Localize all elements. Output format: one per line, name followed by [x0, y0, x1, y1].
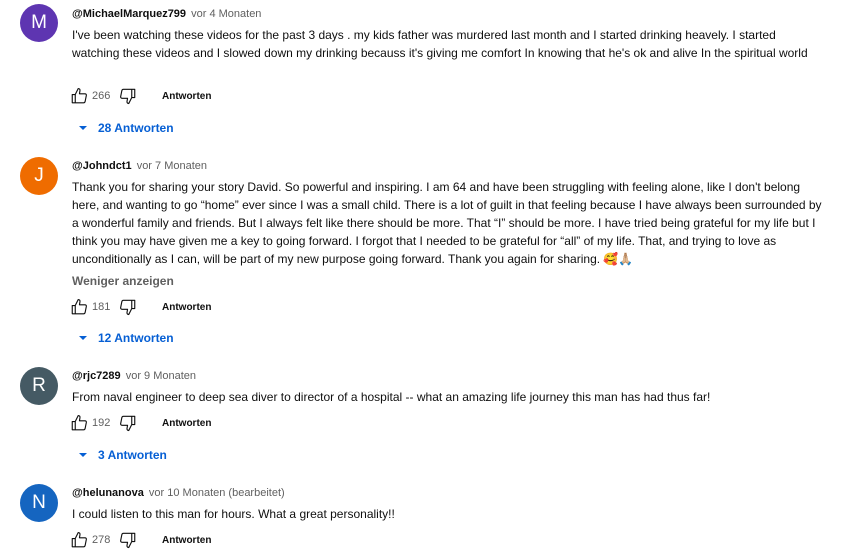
view-replies-button[interactable]: 28 Antworten [78, 120, 174, 136]
thumbs-down-icon [120, 299, 136, 316]
comment-text: From naval engineer to deep sea diver to… [72, 390, 711, 404]
chevron-down-icon [79, 126, 87, 130]
comment-header: @MichaelMarquez799 vor 4 Monaten [72, 7, 261, 22]
avatar[interactable]: M [20, 4, 58, 42]
view-replies-button[interactable]: 3 Antworten [78, 447, 167, 463]
view-replies-button[interactable]: 12 Antworten [78, 330, 174, 346]
reply-button[interactable]: Antworten [162, 418, 211, 429]
avatar[interactable]: N [20, 484, 58, 522]
dislike-button[interactable] [118, 413, 138, 433]
replies-count-label: 12 Antworten [98, 331, 174, 345]
comment-header: @rjc7289 vor 9 Monaten [72, 369, 196, 384]
like-button[interactable] [69, 86, 89, 106]
comment-timestamp[interactable]: vor 7 Monaten [137, 160, 207, 172]
thumbs-down-icon [120, 415, 136, 432]
dislike-button[interactable] [118, 530, 138, 550]
comment-timestamp[interactable]: vor 4 Monaten [191, 8, 261, 20]
like-button[interactable] [69, 297, 89, 317]
comment-header: @Johndct1 vor 7 Monaten [72, 159, 207, 174]
comment-actions: 192 Antworten [69, 413, 211, 433]
thumbs-down-icon [120, 88, 136, 105]
comment-author[interactable]: @Johndct1 [72, 160, 132, 172]
avatar[interactable]: R [20, 367, 58, 405]
avatar[interactable]: J [20, 157, 58, 195]
comment-header: @helunanova vor 10 Monaten (bearbeitet) [72, 486, 285, 501]
like-button[interactable] [69, 530, 89, 550]
like-button[interactable] [69, 413, 89, 433]
thumbs-up-icon [71, 298, 87, 315]
reply-button[interactable]: Antworten [162, 302, 211, 313]
like-count: 192 [92, 417, 111, 429]
replies-count-label: 28 Antworten [98, 121, 174, 135]
thumbs-up-icon [71, 531, 87, 548]
reply-button[interactable]: Antworten [162, 535, 211, 546]
comment-actions: 181 Antworten [69, 297, 211, 317]
dislike-button[interactable] [118, 297, 138, 317]
comment-text: I could listen to this man for hours. Wh… [72, 507, 395, 521]
chevron-down-icon [79, 453, 87, 457]
like-count: 278 [92, 534, 111, 546]
comment-author[interactable]: @rjc7289 [72, 370, 121, 382]
reply-button[interactable]: Antworten [162, 91, 211, 102]
comment-author[interactable]: @MichaelMarquez799 [72, 8, 186, 20]
dislike-button[interactable] [118, 86, 138, 106]
replies-count-label: 3 Antworten [98, 448, 167, 462]
comment-text: I've been watching these videos for the … [72, 28, 808, 60]
comment-actions: 266 Antworten [69, 86, 211, 106]
comment-timestamp[interactable]: vor 10 Monaten (bearbeitet) [149, 487, 285, 499]
chevron-down-icon [79, 336, 87, 340]
comment-text: Thank you for sharing your story David. … [72, 180, 822, 266]
thumbs-up-icon [71, 87, 87, 104]
comment-actions: 278 Antworten [69, 530, 211, 550]
thumbs-down-icon [120, 532, 136, 549]
show-less-button[interactable]: Weniger anzeigen [72, 274, 174, 288]
comment-timestamp[interactable]: vor 9 Monaten [126, 370, 196, 382]
like-count: 181 [92, 301, 111, 313]
thumbs-up-icon [71, 414, 87, 431]
like-count: 266 [92, 90, 111, 102]
comment-author[interactable]: @helunanova [72, 487, 144, 499]
